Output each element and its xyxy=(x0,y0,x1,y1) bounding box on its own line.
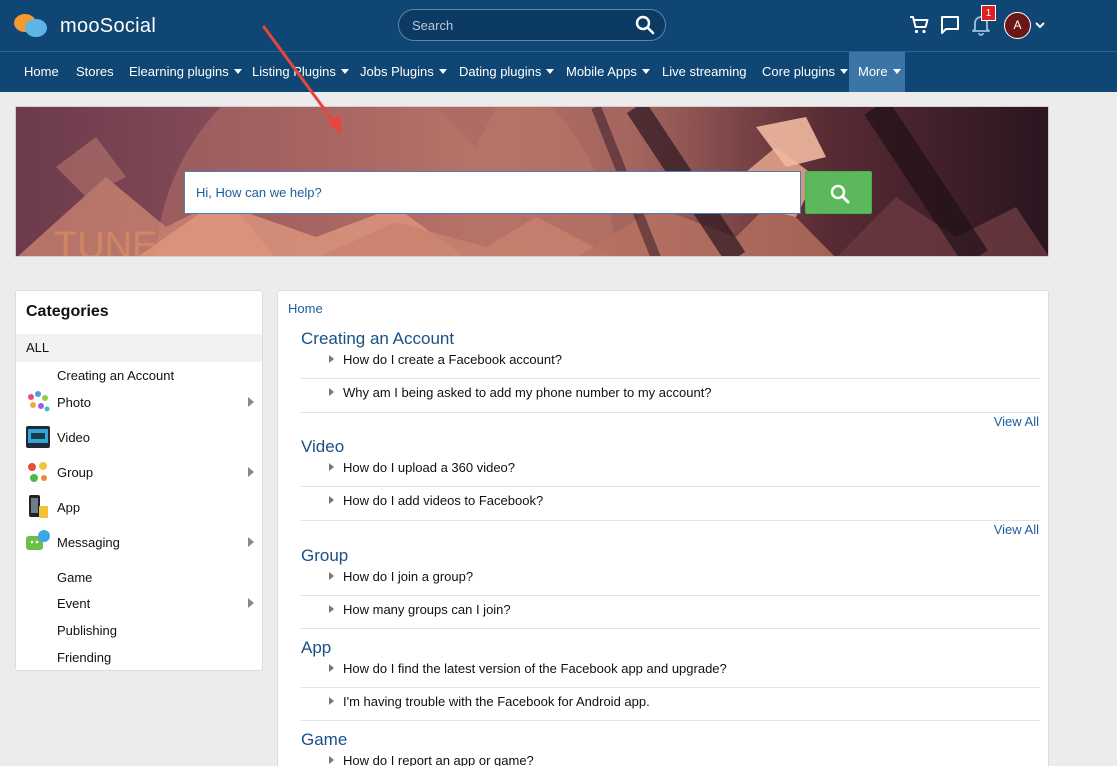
question-item[interactable]: How do I report an app or game? xyxy=(301,747,1040,766)
nav-jobs-plugins[interactable]: Jobs Plugins xyxy=(360,52,447,92)
help-search-input[interactable] xyxy=(184,171,801,214)
caret-right-icon xyxy=(329,572,334,580)
chat-bubbles-icon xyxy=(14,11,50,41)
question-item[interactable]: How do I add videos to Facebook? xyxy=(301,487,1040,520)
caret-down-icon xyxy=(546,69,555,74)
chevron-right-icon[interactable] xyxy=(248,598,254,608)
question-item[interactable]: How many groups can I join? xyxy=(301,596,1040,629)
category-publishing[interactable]: Publishing xyxy=(16,617,262,643)
caret-right-icon xyxy=(329,388,334,396)
nav-mobile-apps[interactable]: Mobile Apps xyxy=(566,52,650,92)
chevron-down-icon[interactable] xyxy=(1034,19,1046,31)
categories-panel: Categories ALL Creating an Account Photo… xyxy=(15,290,263,671)
divider xyxy=(301,412,1040,413)
main-nav: Home Stores Elearning plugins Listing Pl… xyxy=(0,51,1117,92)
app-icon xyxy=(29,495,48,518)
header-search-input[interactable] xyxy=(412,17,622,33)
caret-down-icon xyxy=(892,69,901,74)
divider xyxy=(301,520,1040,521)
categories-title: Categories xyxy=(26,303,109,320)
top-bar: mooSocial 1 A xyxy=(0,0,1117,51)
search-icon xyxy=(830,184,850,204)
brand-name: mooSocial xyxy=(60,14,157,37)
group-icon xyxy=(28,462,47,482)
question-item[interactable]: I'm having trouble with the Facebook for… xyxy=(301,688,1040,721)
cart-icon[interactable] xyxy=(908,14,930,36)
category-video[interactable]: Video xyxy=(16,424,262,450)
caret-right-icon xyxy=(329,664,334,672)
avatar[interactable]: A xyxy=(1004,12,1031,39)
nav-live-streaming[interactable]: Live streaming xyxy=(662,52,747,92)
nav-listing-plugins[interactable]: Listing Plugins xyxy=(252,52,349,92)
faq-list: Home Creating an Account How do I create… xyxy=(277,290,1049,766)
chevron-right-icon[interactable] xyxy=(248,397,254,407)
category-app[interactable]: App xyxy=(16,494,262,520)
nav-dating-plugins[interactable]: Dating plugins xyxy=(459,52,555,92)
breadcrumb-home[interactable]: Home xyxy=(288,301,323,316)
header-search xyxy=(398,9,666,41)
nav-more[interactable]: More xyxy=(849,52,905,92)
caret-down-icon xyxy=(641,69,650,74)
search-icon[interactable] xyxy=(635,15,655,35)
brand-logo[interactable]: mooSocial xyxy=(14,11,156,41)
caret-right-icon xyxy=(329,463,334,471)
category-friending[interactable]: Friending xyxy=(16,644,262,670)
category-messaging[interactable]: Messaging xyxy=(16,529,262,555)
category-event[interactable]: Event xyxy=(16,590,262,616)
messaging-icon xyxy=(26,530,50,550)
nav-core-plugins[interactable]: Core plugins xyxy=(762,52,848,92)
chevron-right-icon[interactable] xyxy=(248,537,254,547)
nav-stores[interactable]: Stores xyxy=(76,52,114,92)
notification-badge: 1 xyxy=(981,5,996,21)
question-item[interactable]: How do I join a group? xyxy=(301,563,1040,596)
category-creating-an-account[interactable]: Creating an Account xyxy=(16,362,262,388)
help-search-button[interactable] xyxy=(805,171,872,214)
caret-right-icon xyxy=(329,496,334,504)
view-all-link[interactable]: View All xyxy=(994,414,1039,429)
category-photo[interactable]: Photo xyxy=(16,389,262,415)
caret-right-icon xyxy=(329,756,334,764)
question-item[interactable]: How do I find the latest version of the … xyxy=(301,655,1040,688)
nav-home[interactable]: Home xyxy=(24,52,59,92)
caret-down-icon xyxy=(340,69,349,74)
banner-text: TUNE xyxy=(54,225,157,257)
nav-elearning-plugins[interactable]: Elearning plugins xyxy=(129,52,242,92)
caret-down-icon xyxy=(438,69,447,74)
caret-down-icon xyxy=(840,69,848,74)
category-group[interactable]: Group xyxy=(16,459,262,485)
category-game[interactable]: Game xyxy=(16,564,262,590)
category-all[interactable]: ALL xyxy=(16,334,262,362)
question-item[interactable]: How do I upload a 360 video? xyxy=(301,454,1040,487)
video-icon xyxy=(26,426,50,448)
question-item[interactable]: Why am I being asked to add my phone num… xyxy=(301,379,1040,412)
view-all-link[interactable]: View All xyxy=(994,522,1039,537)
question-item[interactable]: How do I create a Facebook account? xyxy=(301,346,1040,379)
messages-icon[interactable] xyxy=(939,14,961,36)
caret-right-icon xyxy=(329,605,334,613)
caret-down-icon xyxy=(233,69,242,74)
caret-right-icon xyxy=(329,355,334,363)
photo-icon xyxy=(28,391,50,412)
caret-right-icon xyxy=(329,697,334,705)
chevron-right-icon[interactable] xyxy=(248,467,254,477)
